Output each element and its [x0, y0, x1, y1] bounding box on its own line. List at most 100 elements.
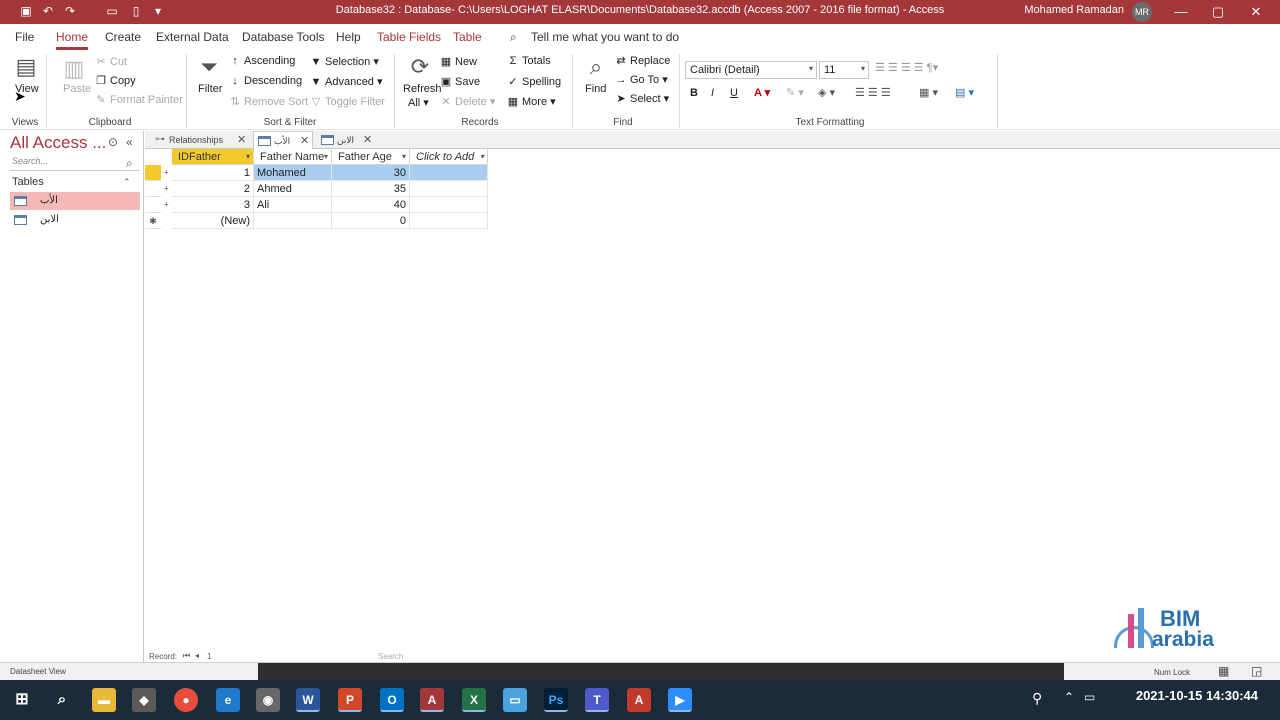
record-search-input[interactable]: Search: [378, 652, 403, 661]
access-icon[interactable]: A: [420, 688, 444, 712]
new-record-button[interactable]: ▦ New: [440, 55, 477, 68]
minimize-icon[interactable]: —: [1171, 2, 1191, 22]
cell-click-to-add[interactable]: [410, 197, 488, 213]
nav-pane-header[interactable]: All Access ...: [10, 133, 106, 153]
app-icon[interactable]: ◉: [256, 688, 280, 712]
find-icon[interactable]: ⌕: [583, 54, 609, 80]
avatar[interactable]: MR: [1132, 2, 1152, 22]
cut-button[interactable]: ✂ Cut: [95, 55, 127, 68]
font-size-select[interactable]: 11 ▾: [819, 61, 869, 79]
refresh-button[interactable]: Refresh: [403, 83, 442, 95]
close-tab-icon[interactable]: ✕: [363, 131, 372, 149]
previous-record-icon[interactable]: ◂: [195, 651, 199, 660]
collapse-section-icon[interactable]: ⌃: [123, 177, 131, 188]
chevron-down-icon[interactable]: ▾: [480, 149, 484, 165]
cell-father-age[interactable]: 40: [332, 197, 410, 213]
datasheet-view-icon[interactable]: ▦: [1218, 664, 1229, 678]
word-icon[interactable]: W: [296, 688, 320, 712]
tray-chevron-icon[interactable]: ⌃: [1064, 690, 1074, 704]
tab-database-tools[interactable]: Database Tools: [242, 30, 325, 44]
filter-button[interactable]: Filter: [198, 83, 222, 95]
cell-father-age[interactable]: 30: [332, 165, 410, 181]
tell-me-input[interactable]: Tell me what you want to do: [531, 30, 679, 44]
cell-idfather[interactable]: 3: [172, 197, 254, 213]
teams-icon[interactable]: T: [585, 688, 609, 712]
maximize-icon[interactable]: ▢: [1208, 2, 1228, 22]
row-selector[interactable]: [145, 197, 161, 213]
gridlines-icon[interactable]: ▦ ▾: [919, 86, 938, 99]
bullets-icon[interactable]: ☰ ☰ ☰ ☰ ¶▾: [875, 61, 938, 74]
close-icon[interactable]: ✕: [1246, 2, 1266, 22]
cell-new-click-to-add[interactable]: [410, 213, 488, 229]
tab-create[interactable]: Create: [105, 30, 141, 44]
zoom-icon[interactable]: ▶: [668, 688, 692, 712]
search-icon[interactable]: ⌕: [126, 156, 133, 171]
remove-sort-button[interactable]: ⇅ Remove Sort: [229, 95, 308, 108]
font-name-select[interactable]: Calibri (Detail) ▾: [685, 61, 817, 79]
column-header-click-to-add[interactable]: Click to Add ▾: [410, 149, 488, 165]
edge-icon[interactable]: e: [216, 688, 240, 712]
toggle-filter-button[interactable]: ▽ Toggle Filter: [310, 95, 385, 108]
file-explorer-icon[interactable]: ▬: [92, 688, 116, 712]
cell-new-age[interactable]: 0: [332, 213, 410, 229]
tab-home[interactable]: Home: [56, 30, 89, 50]
first-record-icon[interactable]: ⏮: [183, 651, 190, 661]
ascending-button[interactable]: ↑ Ascending: [229, 55, 295, 67]
windows-start-icon[interactable]: ⊞: [10, 688, 34, 712]
chevron-down-icon[interactable]: ▾: [246, 149, 250, 165]
cell-new-name[interactable]: [254, 213, 332, 229]
search-icon[interactable]: ⌕: [510, 30, 517, 45]
refresh-icon[interactable]: ⟳: [406, 54, 434, 80]
align-icons[interactable]: ☰ ☰ ☰: [855, 86, 891, 99]
cell-father-name[interactable]: Ali: [254, 197, 332, 213]
cell-idfather[interactable]: 1: [172, 165, 254, 181]
search-icon[interactable]: ⌕: [50, 688, 74, 712]
acrobat-icon[interactable]: A: [627, 688, 651, 712]
doc-tab-relationships[interactable]: ⊶ Relationships ✕: [149, 131, 249, 149]
bold-button[interactable]: B: [690, 87, 698, 99]
expand-icon[interactable]: +: [164, 185, 172, 193]
doc-tab-son[interactable]: الابن ✕: [317, 131, 377, 149]
replace-button[interactable]: ⇄ Replace: [615, 54, 670, 67]
cell-click-to-add[interactable]: [410, 165, 488, 181]
find-button[interactable]: Find: [585, 83, 606, 95]
cell-new-id[interactable]: (New): [172, 213, 254, 229]
goto-button[interactable]: → Go To ▾: [615, 73, 668, 86]
battery-icon[interactable]: ▭: [1084, 690, 1095, 704]
view-icon[interactable]: ▤: [12, 54, 40, 80]
tab-help[interactable]: Help: [336, 30, 361, 44]
selection-button[interactable]: ▼ Selection ▾: [310, 55, 379, 68]
copy-button[interactable]: ❐ Copy: [95, 74, 136, 87]
tab-external-data[interactable]: External Data: [156, 30, 229, 44]
refresh-all-dropdown[interactable]: All ▾: [408, 96, 429, 109]
nav-search-input[interactable]: Search...: [10, 156, 140, 171]
font-color-icon[interactable]: A ▾: [754, 86, 770, 99]
filter-icon[interactable]: ⏷: [196, 54, 222, 80]
expand-icon[interactable]: +: [164, 169, 172, 177]
cell-father-age[interactable]: 35: [332, 181, 410, 197]
tables-section-header[interactable]: Tables: [12, 176, 44, 188]
nav-item-table-father[interactable]: الأب: [10, 192, 140, 210]
app-icon[interactable]: ▭: [503, 688, 527, 712]
new-row-selector-icon[interactable]: ✱: [145, 213, 161, 229]
select-button[interactable]: ➤ Select ▾: [615, 92, 669, 105]
chrome-icon[interactable]: ●: [174, 688, 198, 712]
format-painter-button[interactable]: ✎ Format Painter: [95, 93, 182, 106]
photoshop-icon[interactable]: Ps: [544, 688, 568, 712]
paste-icon[interactable]: ▥: [60, 56, 88, 82]
row-selector[interactable]: [145, 165, 161, 181]
people-icon[interactable]: ⚲: [1032, 690, 1042, 707]
cell-father-name[interactable]: Ahmed: [254, 181, 332, 197]
alternate-row-color-icon[interactable]: ▤ ▾: [955, 86, 974, 99]
app-icon[interactable]: ◆: [132, 688, 156, 712]
advanced-button[interactable]: ▼ Advanced ▾: [310, 75, 383, 88]
collapse-pane-icon[interactable]: «: [126, 135, 133, 149]
excel-icon[interactable]: X: [462, 688, 486, 712]
outlook-icon[interactable]: O: [380, 688, 404, 712]
fill-color-icon[interactable]: ◈ ▾: [818, 86, 835, 99]
chevron-down-icon[interactable]: ▾: [402, 149, 406, 165]
cell-father-name[interactable]: Mohamed: [254, 165, 332, 181]
cell-click-to-add[interactable]: [410, 181, 488, 197]
close-tab-icon[interactable]: ✕: [300, 132, 309, 150]
powerpoint-icon[interactable]: P: [338, 688, 362, 712]
